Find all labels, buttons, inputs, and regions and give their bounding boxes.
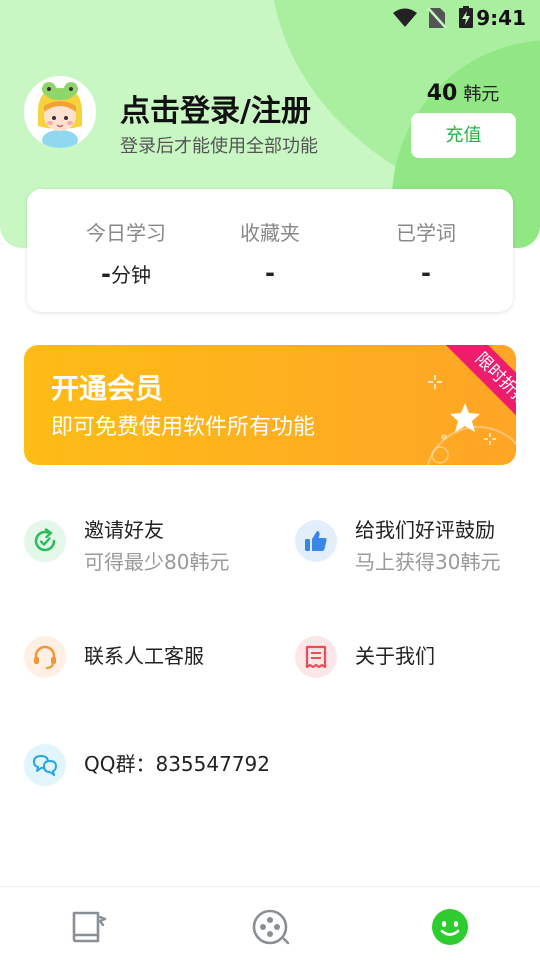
headset-icon xyxy=(24,636,66,678)
vip-banner[interactable]: 开通会员 即可免费使用软件所有功能 限时折扣 xyxy=(24,345,516,465)
receipt-icon xyxy=(295,636,337,678)
balance-unit: 韩元 xyxy=(463,84,500,105)
stat-favorites[interactable]: 收藏夹 - xyxy=(189,189,351,312)
stat-today-study[interactable]: 今日学习 -分钟 xyxy=(45,189,207,312)
chat-bubbles-icon xyxy=(24,744,66,786)
stat-unit: 分钟 xyxy=(110,263,151,287)
bottom-navigation xyxy=(0,886,540,960)
balance-display: 40 韩元 xyxy=(410,80,516,106)
status-bar: 9:41 xyxy=(0,0,540,36)
about-label: 关于我们 xyxy=(355,644,435,668)
invite-icon xyxy=(24,520,66,562)
about-us-item[interactable]: 关于我们 xyxy=(295,630,525,690)
vip-title: 开通会员 xyxy=(51,372,164,405)
invite-label: 邀请好友 xyxy=(84,518,164,542)
battery-icon xyxy=(459,6,473,28)
qq-group-label: QQ群：835547792 xyxy=(84,752,271,776)
invite-friends-item[interactable]: 邀请好友 可得最少80韩元 xyxy=(24,514,264,574)
service-label: 联系人工客服 xyxy=(84,644,204,668)
review-sub: 马上获得30韩元 xyxy=(355,550,501,574)
qq-group-item[interactable]: QQ群：835547792 xyxy=(24,738,324,798)
stat-label: 收藏夹 xyxy=(240,221,300,245)
tab-study-book-icon[interactable] xyxy=(70,907,110,947)
invite-sub: 可得最少80韩元 xyxy=(84,550,230,574)
no-signal-icon xyxy=(427,7,447,29)
stat-label: 今日学习 xyxy=(86,221,166,245)
recharge-button[interactable]: 充值 xyxy=(411,113,516,158)
wifi-icon xyxy=(393,8,417,27)
tab-profile-smile-icon[interactable] xyxy=(430,907,470,947)
review-encourage-item[interactable]: 给我们好评鼓励 马上获得30韩元 xyxy=(295,514,525,574)
customer-service-item[interactable]: 联系人工客服 xyxy=(24,630,264,690)
stat-learned-words[interactable]: 已学词 - xyxy=(345,189,507,312)
tab-discover-icon[interactable] xyxy=(250,907,290,947)
stat-label: 已学词 xyxy=(396,221,456,245)
login-hint: 登录后才能使用全部功能 xyxy=(120,136,318,157)
stat-value: - xyxy=(101,260,111,288)
stats-card: 今日学习 -分钟 收藏夹 - 已学词 - xyxy=(27,189,513,312)
avatar[interactable] xyxy=(24,76,96,148)
review-label: 给我们好评鼓励 xyxy=(355,518,495,542)
stat-value: - xyxy=(421,259,431,287)
login-register-link[interactable]: 点击登录/注册 xyxy=(120,86,311,130)
avatar-illustration xyxy=(24,76,96,148)
balance-amount: 40 xyxy=(426,81,458,106)
vip-subtitle: 即可免费使用软件所有功能 xyxy=(51,415,316,440)
stat-value: - xyxy=(265,259,275,287)
thumbs-up-icon xyxy=(295,520,337,562)
status-time: 9:41 xyxy=(476,6,526,30)
